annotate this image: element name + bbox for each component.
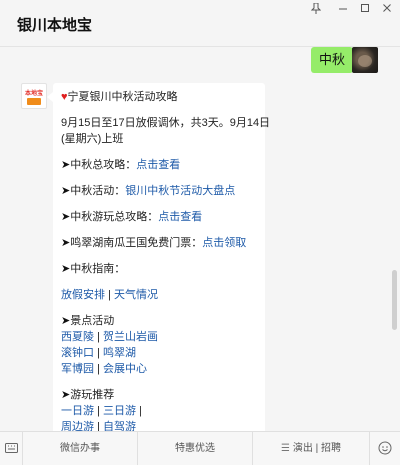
- bottom-menu-bar: 微信办事 特惠优选 ☰ 演出 | 招聘: [0, 431, 400, 465]
- menu-item-1[interactable]: 微信办事: [23, 432, 138, 465]
- tour-heading: ➤游玩推荐: [61, 387, 114, 403]
- window-title: 银川本地宝: [17, 17, 93, 34]
- my-message-bubble[interactable]: 中秋: [311, 47, 360, 73]
- item-2-label: 中秋活动：: [70, 185, 126, 197]
- tour-row-2: 周边游 | 自驾游: [61, 419, 136, 431]
- pipe-separator: |: [97, 347, 100, 359]
- intro-line-1: 9月15日至17日放假调休，共3天。9月14日: [61, 117, 271, 129]
- item-1-link[interactable]: 点击查看: [136, 159, 180, 171]
- spot-link[interactable]: 滚钟口: [61, 347, 94, 359]
- keyboard-toggle-button[interactable]: [0, 432, 23, 465]
- item-3-link[interactable]: 点击查看: [158, 211, 202, 223]
- arrow-icon: ➤: [61, 185, 71, 197]
- close-icon[interactable]: [380, 3, 394, 17]
- tour-label: 游玩推荐: [70, 389, 115, 401]
- spot-link[interactable]: 贺兰山岩画: [103, 331, 158, 343]
- tour-link[interactable]: 一日游: [61, 405, 94, 417]
- arrow-icon: ➤: [61, 211, 71, 223]
- holiday-link[interactable]: 放假安排: [61, 289, 105, 301]
- pipe-separator: |: [97, 405, 100, 417]
- emoji-button[interactable]: [370, 432, 400, 465]
- arrow-icon: ➤: [61, 237, 71, 249]
- chat-area[interactable]: 中秋 本地宝 ♥宁夏银川中秋活动攻略 9月15日至17日放假调休，共3天。9月1…: [0, 47, 400, 431]
- menu-item-1-label: 微信办事: [60, 443, 100, 454]
- spot-link[interactable]: 军博园: [61, 363, 94, 375]
- bot-avatar-logo-text: 本地宝: [24, 91, 43, 97]
- menu-item-3-label: 演出 | 招聘: [292, 443, 342, 454]
- spot-link[interactable]: 会展中心: [103, 363, 147, 375]
- spot-link[interactable]: 鸣翠湖: [103, 347, 136, 359]
- emoji-icon: [378, 441, 392, 455]
- item-1: ➤中秋总攻略：点击查看: [61, 157, 180, 173]
- spot-link[interactable]: 西夏陵: [61, 331, 94, 343]
- spots-label: 景点活动: [70, 315, 115, 327]
- arrow-icon: ➤: [61, 159, 71, 171]
- arrow-icon: ➤: [61, 389, 71, 401]
- guide-links: 放假安排 | 天气情况: [61, 287, 158, 303]
- menu-item-3[interactable]: ☰ 演出 | 招聘: [253, 432, 370, 465]
- tour-row-1: 一日游 | 三日游 |: [61, 403, 142, 419]
- pin-icon[interactable]: [309, 2, 323, 17]
- item-4: ➤鸣翠湖南瓜王国免费门票：点击领取: [61, 235, 246, 251]
- weather-link[interactable]: 天气情况: [114, 289, 158, 301]
- item-4-link[interactable]: 点击领取: [202, 237, 246, 249]
- tour-link[interactable]: 周边游: [61, 421, 94, 431]
- item-1-label: 中秋总攻略：: [70, 159, 137, 171]
- scrollbar-thumb[interactable]: [392, 270, 397, 330]
- guide-heading: ➤中秋指南：: [61, 261, 125, 277]
- guide-label: 中秋指南：: [70, 263, 126, 275]
- pipe-separator: |: [97, 421, 100, 431]
- bot-avatar[interactable]: 本地宝: [21, 83, 47, 109]
- intro-line-2: (星期六)上班: [61, 133, 124, 145]
- item-2-link[interactable]: 银川中秋节活动大盘点: [125, 185, 235, 197]
- article-bubble: ♥宁夏银川中秋活动攻略 9月15日至17日放假调休，共3天。9月14日 (星期六…: [47, 83, 270, 431]
- pipe-separator: |: [97, 363, 100, 375]
- spots-row-3: 军博园 | 会展中心: [61, 361, 147, 377]
- spots-row-1: 西夏陵 | 贺兰山岩画: [61, 329, 158, 345]
- article-title-line: ♥宁夏银川中秋活动攻略: [61, 89, 178, 105]
- item-3: ➤中秋游玩总攻略：点击查看: [61, 209, 202, 225]
- link-separator: |: [105, 289, 114, 301]
- item-3-label: 中秋游玩总攻略：: [70, 211, 159, 223]
- arrow-icon: ➤: [61, 315, 71, 327]
- title-bar: 银川本地宝: [0, 0, 400, 46]
- arrow-icon: ➤: [61, 263, 71, 275]
- tour-link[interactable]: 自驾游: [103, 421, 136, 431]
- keyboard-icon: [5, 443, 18, 453]
- pipe-separator: |: [97, 331, 100, 343]
- hamburger-icon: ☰: [280, 443, 290, 454]
- article-title: 宁夏银川中秋活动攻略: [67, 91, 178, 103]
- maximize-icon[interactable]: [358, 3, 372, 17]
- item-4-label: 鸣翠湖南瓜王国免费门票：: [70, 237, 203, 249]
- scrollbar-track[interactable]: [391, 47, 398, 431]
- item-2: ➤中秋活动：银川中秋节活动大盘点: [61, 183, 235, 199]
- bot-avatar-city-tag: [27, 98, 41, 105]
- spots-heading: ➤景点活动: [61, 313, 114, 329]
- pipe-separator: |: [139, 405, 142, 417]
- my-avatar[interactable]: [352, 47, 378, 73]
- minimize-icon[interactable]: [336, 3, 350, 17]
- menu-item-2[interactable]: 特惠优选: [138, 432, 253, 465]
- menu-item-2-label: 特惠优选: [175, 443, 215, 454]
- spots-row-2: 滚钟口 | 鸣翠湖: [61, 345, 136, 361]
- tour-link[interactable]: 三日游: [103, 405, 136, 417]
